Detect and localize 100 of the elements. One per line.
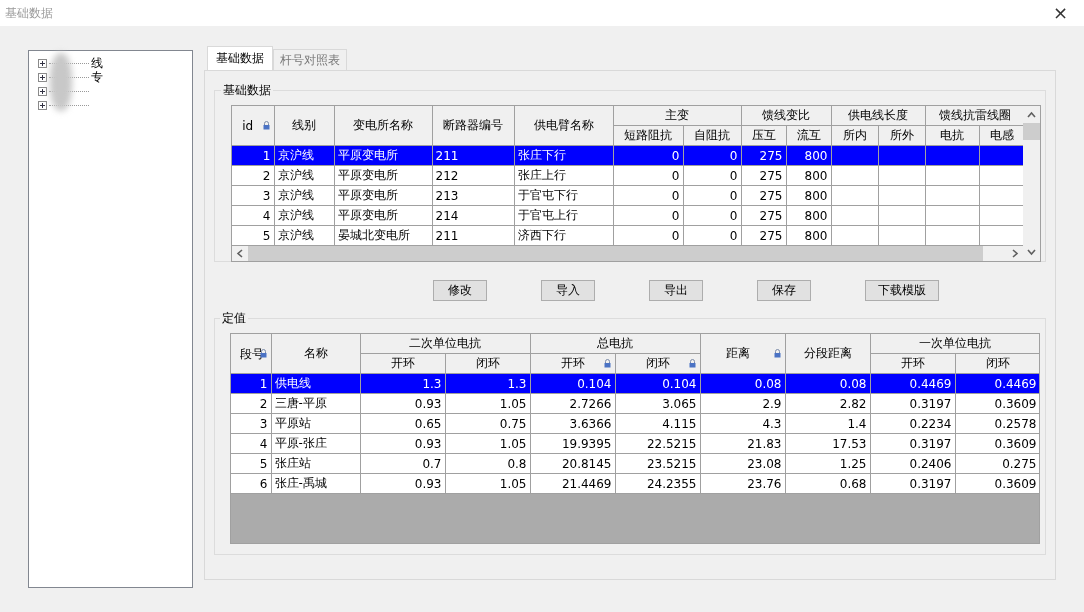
column-header[interactable]: 名称 bbox=[271, 334, 360, 374]
table-cell: 211 bbox=[432, 225, 514, 246]
column-header[interactable]: 断路器编号 bbox=[432, 106, 514, 146]
table-row[interactable]: 1 京沪线 平原变电所 211 张庄下行 0 0 275 800 bbox=[232, 145, 1023, 166]
column-group-header: 二次单位电抗 bbox=[360, 334, 530, 354]
table-cell: 0 bbox=[613, 205, 683, 226]
table-cell: 22.5215 bbox=[615, 433, 700, 454]
table-cell: 213 bbox=[432, 185, 514, 206]
close-button[interactable]: × bbox=[1048, 4, 1072, 22]
action-button[interactable]: 修改 bbox=[433, 280, 487, 301]
table-row[interactable]: 3 京沪线 平原变电所 213 于官屯下行 0 0 275 800 bbox=[232, 185, 1023, 206]
table-cell bbox=[925, 185, 979, 206]
table-cell: 0.3197 bbox=[870, 433, 955, 454]
table-cell: 23.76 bbox=[700, 473, 785, 494]
table-cell: 1.4 bbox=[785, 413, 870, 434]
action-button[interactable]: 下载模版 bbox=[865, 280, 939, 301]
table-row[interactable]: 5 张庄站 0.7 0.8 20.8145 23.5215 23.08 1.25 0.2406 0.275 bbox=[231, 453, 1039, 474]
table-cell: 京沪线 bbox=[274, 185, 334, 206]
table-cell: 0.3197 bbox=[870, 393, 955, 414]
table-cell: 23.5215 bbox=[615, 453, 700, 474]
expand-icon[interactable] bbox=[38, 100, 47, 110]
table-cell: 0 bbox=[683, 165, 741, 186]
table-cell bbox=[925, 225, 979, 246]
table-cell: 5 bbox=[231, 453, 271, 474]
group-title: 定值 bbox=[221, 310, 247, 327]
data-grid[interactable] bbox=[231, 105, 1041, 262]
table-cell: 3 bbox=[232, 185, 274, 206]
column-header[interactable]: 距离 bbox=[700, 334, 785, 374]
table-cell: 800 bbox=[786, 225, 831, 246]
blur-patch bbox=[50, 53, 72, 111]
action-button[interactable]: 导入 bbox=[541, 280, 595, 301]
table-cell: 1.05 bbox=[445, 433, 530, 454]
column-header[interactable]: 变电所名称 bbox=[334, 106, 432, 146]
column-header[interactable]: 分段距离 bbox=[785, 334, 870, 374]
table-cell: 于官屯上行 bbox=[514, 205, 613, 226]
vertical-scrollbar[interactable] bbox=[1023, 106, 1040, 261]
table-row[interactable]: 6 张庄-禹城 0.93 1.05 21.4469 24.2355 23.76 0.68 0.3197 0.3609 bbox=[231, 473, 1039, 494]
table-cell: 4 bbox=[232, 205, 274, 226]
scroll-up-icon[interactable] bbox=[1027, 111, 1036, 119]
table-cell: 0.8 bbox=[445, 453, 530, 474]
table-row[interactable]: 2 三唐-平原 0.93 1.05 2.7266 3.065 2.9 2.82 0.3197 0.3609 bbox=[231, 393, 1039, 414]
table-row[interactable]: 3 平原站 0.65 0.75 3.6366 4.115 4.3 1.4 0.2234 0.2578 bbox=[231, 413, 1039, 434]
column-header[interactable]: 供电臂名称 bbox=[514, 106, 613, 146]
table-cell: 0.2406 bbox=[870, 453, 955, 474]
table-cell bbox=[925, 165, 979, 186]
table-cell: 2.7266 bbox=[530, 393, 615, 414]
table-cell: 三唐-平原 bbox=[271, 393, 360, 414]
column-header[interactable]: id bbox=[232, 106, 274, 146]
table-row[interactable]: 5 京沪线 晏城北变电所 211 济西下行 0 0 275 800 bbox=[232, 225, 1023, 246]
expand-icon[interactable] bbox=[38, 86, 47, 96]
column-header[interactable]: 线别 bbox=[274, 106, 334, 146]
table-cell: 1 bbox=[232, 145, 274, 166]
table-cell: 6 bbox=[231, 473, 271, 494]
table-cell: 0 bbox=[613, 225, 683, 246]
table-cell: 21.4469 bbox=[530, 473, 615, 494]
table-row[interactable]: 1 供电线 1.3 1.3 0.104 0.104 0.08 0.08 0.4469 0.4469 bbox=[231, 373, 1039, 394]
tab[interactable]: 基础数据 bbox=[207, 46, 273, 70]
table-row[interactable]: 4 平原-张庄 0.93 1.05 19.9395 22.5215 21.83 17.53 0.3197 0.3609 bbox=[231, 433, 1039, 454]
expand-icon[interactable] bbox=[38, 72, 47, 82]
table-cell: 0 bbox=[613, 165, 683, 186]
table-cell: 平原站 bbox=[271, 413, 360, 434]
table-cell: 0.93 bbox=[360, 433, 445, 454]
table-cell: 2 bbox=[231, 393, 271, 414]
table-cell: 23.08 bbox=[700, 453, 785, 474]
table-cell bbox=[878, 165, 925, 186]
tab[interactable]: 杆号对照表 bbox=[273, 49, 347, 70]
table-cell bbox=[878, 205, 925, 226]
table-cell: 275 bbox=[741, 225, 786, 246]
table-cell: 张庄站 bbox=[271, 453, 360, 474]
table-cell: 张庄-禹城 bbox=[271, 473, 360, 494]
table-cell bbox=[831, 185, 878, 206]
table-cell: 275 bbox=[741, 165, 786, 186]
table-cell: 0.68 bbox=[785, 473, 870, 494]
action-button[interactable]: 保存 bbox=[757, 280, 811, 301]
table-cell: 21.83 bbox=[700, 433, 785, 454]
action-button[interactable]: 导出 bbox=[649, 280, 703, 301]
table-cell: 19.9395 bbox=[530, 433, 615, 454]
table-cell: 0.65 bbox=[360, 413, 445, 434]
column-group-header: 馈线变比 bbox=[741, 106, 831, 126]
table-cell bbox=[831, 225, 878, 246]
tree-panel[interactable]: 线 专 bbox=[28, 50, 193, 588]
table-cell: 0.75 bbox=[445, 413, 530, 434]
table-cell bbox=[878, 185, 925, 206]
table-cell: 24.2355 bbox=[615, 473, 700, 494]
data-grid[interactable] bbox=[230, 333, 1040, 544]
table-cell: 17.53 bbox=[785, 433, 870, 454]
window-title: 基础数据 bbox=[5, 4, 53, 22]
table-row[interactable]: 4 京沪线 平原变电所 214 于官屯上行 0 0 275 800 bbox=[232, 205, 1023, 226]
table-cell: 平原变电所 bbox=[334, 205, 432, 226]
scroll-left-icon[interactable] bbox=[236, 249, 244, 258]
table-cell: 0 bbox=[683, 185, 741, 206]
table-cell: 于官屯下行 bbox=[514, 185, 613, 206]
scrollbar-thumb[interactable] bbox=[1023, 123, 1040, 140]
column-group-header: 供电线长度 bbox=[831, 106, 925, 126]
table-row[interactable]: 2 京沪线 平原变电所 212 张庄上行 0 0 275 800 bbox=[232, 165, 1023, 186]
expand-icon[interactable] bbox=[38, 58, 47, 68]
scroll-down-icon[interactable] bbox=[1027, 248, 1036, 256]
table-cell bbox=[925, 205, 979, 226]
table-cell: 平原变电所 bbox=[334, 165, 432, 186]
scroll-right-icon[interactable] bbox=[1011, 249, 1019, 258]
